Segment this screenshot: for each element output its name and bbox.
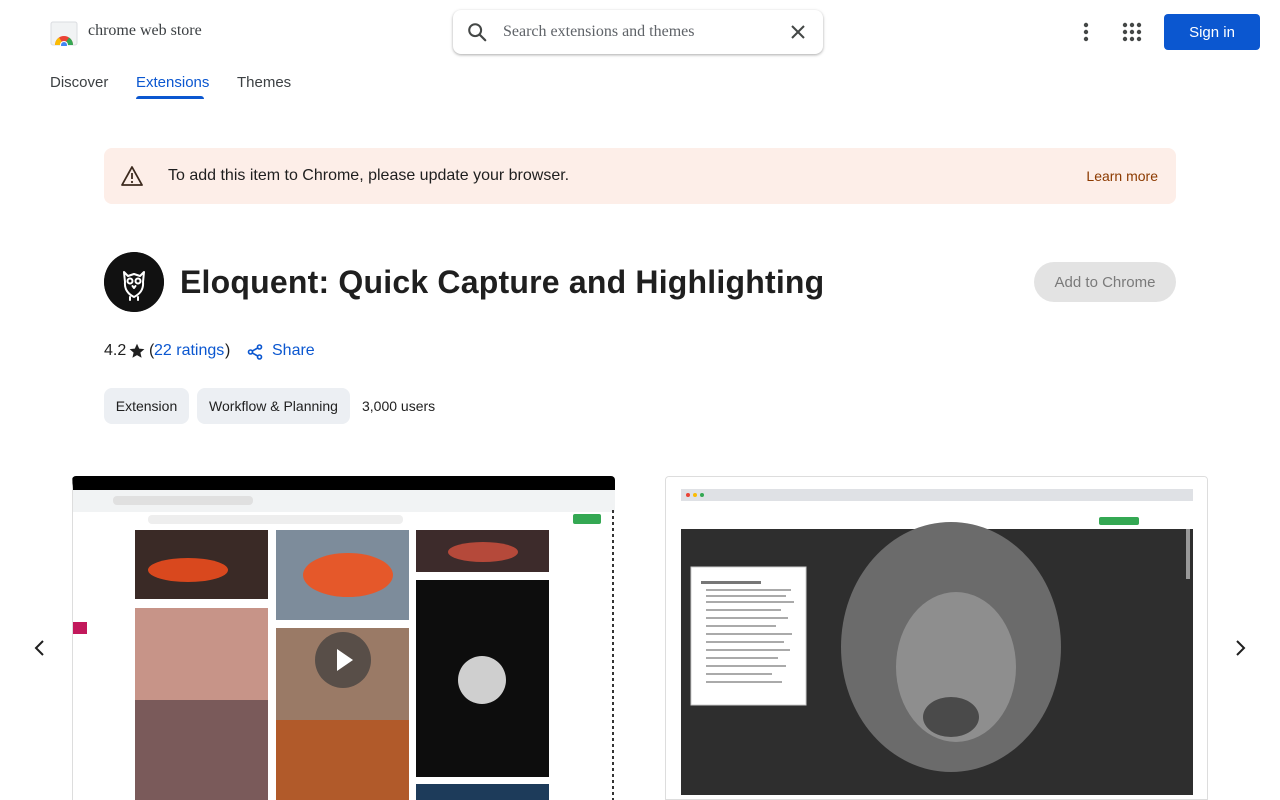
screenshot-image-slide[interactable]: [665, 476, 1208, 800]
add-to-chrome-button[interactable]: Add to Chrome: [1034, 262, 1176, 302]
search-box[interactable]: [453, 10, 823, 54]
warning-icon: [121, 166, 143, 186]
tab-themes[interactable]: Themes: [237, 74, 291, 91]
ratings-link[interactable]: 22 ratings: [154, 342, 224, 360]
more-vert-icon[interactable]: [1074, 20, 1098, 44]
type-chip[interactable]: Extension: [104, 388, 189, 424]
star-icon: [129, 343, 145, 358]
share-link[interactable]: Share: [272, 342, 315, 360]
rating-value: 4.2: [104, 342, 127, 359]
chevron-right-icon[interactable]: [1230, 638, 1250, 658]
tab-discover[interactable]: Discover: [50, 74, 108, 91]
chrome-web-store-logo[interactable]: [50, 18, 78, 46]
learn-more-link[interactable]: Learn more: [1086, 168, 1158, 184]
update-browser-banner: To add this item to Chrome, please updat…: [104, 148, 1176, 204]
apps-grid-icon[interactable]: [1120, 20, 1144, 44]
banner-message: To add this item to Chrome, please updat…: [168, 167, 570, 184]
share-icon[interactable]: [247, 344, 263, 360]
tab-extensions[interactable]: Extensions: [136, 74, 209, 91]
play-button[interactable]: [315, 632, 371, 688]
play-icon: [337, 649, 353, 671]
user-count: 3,000 users: [362, 398, 436, 414]
active-tab-indicator: [136, 96, 204, 99]
screenshot-image: [666, 477, 1207, 799]
screenshot-video-slide[interactable]: [72, 476, 615, 800]
search-input[interactable]: [503, 20, 773, 44]
category-chip[interactable]: Workflow & Planning: [197, 388, 350, 424]
sign-in-button[interactable]: Sign in: [1164, 14, 1260, 50]
owl-app-icon: [104, 252, 164, 312]
store-brand[interactable]: chrome web store: [88, 22, 202, 40]
clear-icon[interactable]: [788, 22, 808, 42]
paren-close: ): [225, 342, 231, 359]
top-header: chrome web store Sign in: [0, 0, 1280, 64]
search-icon[interactable]: [466, 21, 488, 43]
extension-title: Eloquent: Quick Capture and Highlighting: [180, 264, 825, 300]
chevron-left-icon[interactable]: [30, 638, 50, 658]
